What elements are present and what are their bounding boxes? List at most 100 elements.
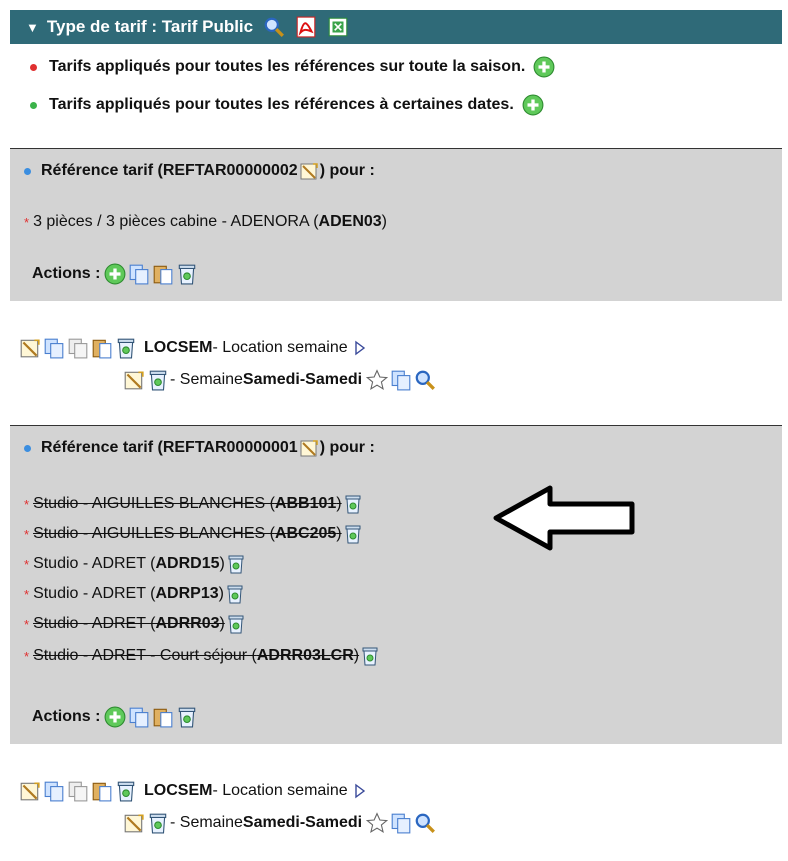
item-label: Studio - AIGUILLES BLANCHES ( <box>33 525 275 542</box>
sub-label: - Semaine <box>170 814 243 831</box>
item-text: Studio - AIGUILLES BLANCHES (ABC205) <box>33 525 342 543</box>
tariff-row-2: LOCSEM - Location semaine - Semaine Same… <box>10 744 782 861</box>
required-marker: * <box>24 586 30 602</box>
red-dot-icon <box>30 63 37 71</box>
pdf-export-icon[interactable] <box>295 16 317 38</box>
edit-icon[interactable] <box>299 438 319 458</box>
list-item: * 3 pièces / 3 pièces cabine - ADENORA (… <box>24 213 387 231</box>
tariff-line: LOCSEM - Location semaine <box>18 780 367 802</box>
add-icon[interactable] <box>104 706 126 728</box>
tariff-row-1: LOCSEM - Location semaine - Semaine Same… <box>10 301 782 425</box>
item-code: ADRP13 <box>155 585 219 602</box>
reference-title: Référence tarif (REFTAR00000002 ) pour : <box>24 161 375 181</box>
item-text: Studio - ADRET - Court séjour (ADRR03LCR… <box>33 647 359 665</box>
trash-icon[interactable] <box>176 706 198 728</box>
copy-icon[interactable] <box>43 780 65 802</box>
copy-icon[interactable] <box>390 812 412 834</box>
item-code: ADRD15 <box>155 555 220 572</box>
copy-disabled-icon <box>67 337 89 359</box>
search-icon[interactable] <box>414 812 436 834</box>
required-marker: * <box>24 616 30 632</box>
green-dot-icon <box>30 101 37 109</box>
actions-bar: Actions : <box>32 706 199 728</box>
item-label: Studio - ADRET - Court séjour ( <box>33 647 257 664</box>
paste-icon[interactable] <box>91 337 113 359</box>
list-item: * Studio - ADRET (ADRD15) <box>24 554 247 574</box>
collapse-caret-icon[interactable]: ▼ <box>26 20 39 35</box>
item-suffix: ) <box>218 585 224 602</box>
item-label: 3 pièces / 3 pièces cabine - ADENORA ( <box>33 213 319 230</box>
reference-title-suffix: ) pour : <box>319 162 375 179</box>
legend-dates-text: Tarifs appliqués pour toutes les référen… <box>49 96 514 113</box>
tariff-sub-line: - Semaine Samedi-Samedi <box>122 812 437 834</box>
search-icon[interactable] <box>263 16 285 38</box>
expand-arrow-icon[interactable] <box>354 783 366 799</box>
add-icon[interactable] <box>104 263 126 285</box>
expand-arrow-icon[interactable] <box>354 340 366 356</box>
item-text: Studio - AIGUILLES BLANCHES (ABB101) <box>33 495 342 513</box>
trash-icon[interactable] <box>225 584 245 604</box>
item-code: ADRR03 <box>155 615 220 632</box>
actions-bar: Actions : <box>32 263 199 285</box>
paste-icon[interactable] <box>91 780 113 802</box>
copy-icon[interactable] <box>43 337 65 359</box>
star-icon[interactable] <box>366 369 388 391</box>
add-season-tariff-icon[interactable] <box>533 56 555 78</box>
paste-icon[interactable] <box>152 706 174 728</box>
trash-icon[interactable] <box>115 337 137 359</box>
tariff-sub-line: - Semaine Samedi-Samedi <box>122 369 437 391</box>
legend-season-line: Tarifs appliqués pour toutes les référen… <box>30 56 556 78</box>
item-code: ABB101 <box>274 495 337 512</box>
item-label: Studio - ADRET ( <box>33 585 156 602</box>
edit-icon[interactable] <box>19 337 41 359</box>
trash-icon[interactable] <box>115 780 137 802</box>
copy-icon[interactable] <box>128 706 150 728</box>
paste-icon[interactable] <box>152 263 174 285</box>
sub-label-bold: Samedi-Samedi <box>242 814 363 831</box>
legend-dates-line: Tarifs appliqués pour toutes les référen… <box>30 94 545 116</box>
reference-title-suffix: ) pour : <box>319 439 375 456</box>
item-suffix: ) <box>336 525 342 542</box>
edit-icon[interactable] <box>19 780 41 802</box>
trash-icon[interactable] <box>147 812 169 834</box>
tariff-code: LOCSEM <box>144 782 213 799</box>
search-icon[interactable] <box>414 369 436 391</box>
edit-icon[interactable] <box>299 161 319 181</box>
reference-title-prefix: Référence tarif (REFTAR00000001 <box>41 439 298 456</box>
trash-icon[interactable] <box>360 646 380 666</box>
item-label: Studio - AIGUILLES BLANCHES ( <box>33 495 275 512</box>
copy-icon[interactable] <box>128 263 150 285</box>
excel-export-icon[interactable] <box>327 16 349 38</box>
required-marker: * <box>24 556 30 572</box>
header-title: Type de tarif : Tarif Public <box>46 17 254 36</box>
item-suffix: ) <box>381 213 387 230</box>
legend-season-text: Tarifs appliqués pour toutes les référen… <box>49 58 526 75</box>
item-text: Studio - ADRET (ADRR03) <box>33 615 225 633</box>
list-item: * Studio - AIGUILLES BLANCHES (ABC205) <box>24 524 364 544</box>
item-code: ADEN03 <box>318 213 382 230</box>
required-marker: * <box>24 496 30 512</box>
trash-icon[interactable] <box>343 494 363 514</box>
tariff-label: - Location semaine <box>212 782 348 799</box>
item-code: ABC205 <box>274 525 337 542</box>
sub-label-bold: Samedi-Samedi <box>242 371 363 388</box>
star-icon[interactable] <box>366 812 388 834</box>
item-suffix: ) <box>353 647 360 664</box>
add-dates-tariff-icon[interactable] <box>522 94 544 116</box>
trash-icon[interactable] <box>343 524 363 544</box>
item-suffix: ) <box>219 555 225 572</box>
trash-icon[interactable] <box>226 554 246 574</box>
edit-icon[interactable] <box>123 812 145 834</box>
trash-icon[interactable] <box>147 369 169 391</box>
trash-icon[interactable] <box>226 614 246 634</box>
tarif-type-header[interactable]: ▼ Type de tarif : Tarif Public <box>10 10 782 44</box>
edit-icon[interactable] <box>123 369 145 391</box>
copy-icon[interactable] <box>390 369 412 391</box>
actions-label: Actions : <box>32 265 101 282</box>
required-marker: * <box>24 648 30 664</box>
legend-panel: Tarifs appliqués pour toutes les référen… <box>10 44 782 149</box>
trash-icon[interactable] <box>176 263 198 285</box>
required-marker: * <box>24 526 30 542</box>
item-suffix: ) <box>219 615 225 632</box>
actions-label: Actions : <box>32 708 101 725</box>
